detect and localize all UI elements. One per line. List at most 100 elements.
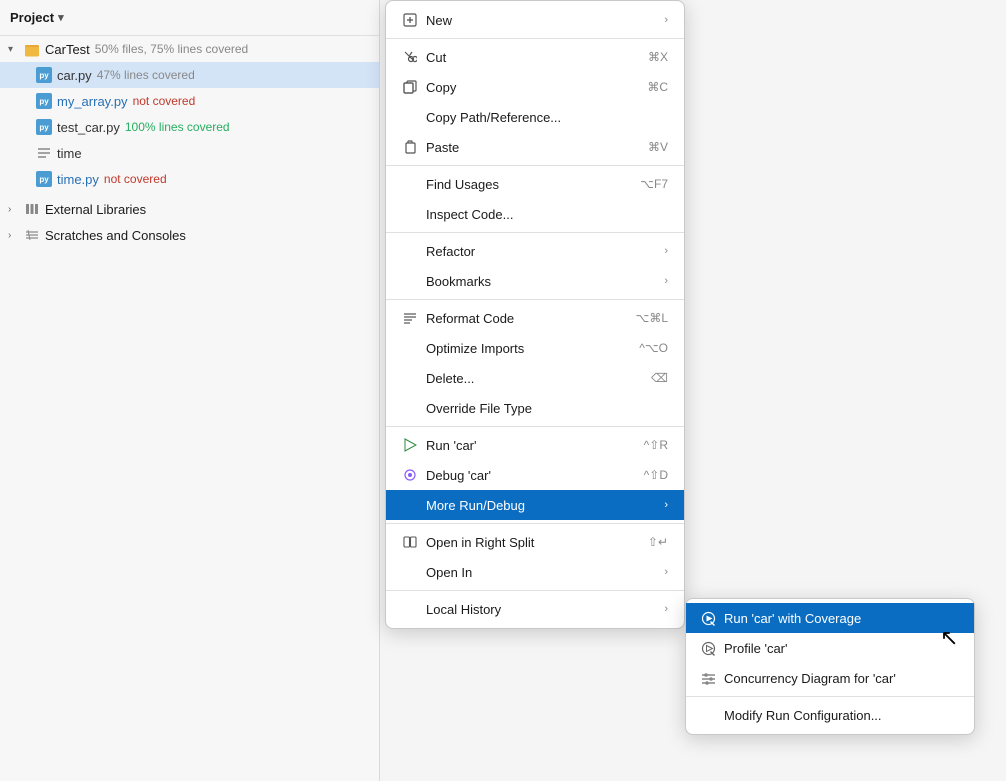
menu-separator	[386, 590, 684, 591]
tree-item-time-py[interactable]: py time.py not covered	[0, 166, 379, 192]
car-py-label: car.py	[57, 68, 92, 83]
library-icon	[24, 201, 40, 217]
tree-item-time[interactable]: time	[0, 140, 379, 166]
refactor-icon	[402, 243, 418, 259]
folder-icon	[24, 41, 40, 57]
submenu-item-modify-config[interactable]: Modify Run Configuration...	[686, 700, 974, 730]
menu-label-inspect: Inspect Code...	[426, 207, 513, 222]
history-icon	[402, 601, 418, 617]
context-menu: New › Cut ⌘X Copy ⌘C Copy Path/Reference…	[385, 0, 685, 629]
chevron-down-icon: ▾	[58, 11, 64, 24]
tree-item-car-py[interactable]: py car.py 47% lines covered	[0, 62, 379, 88]
scratch-icon	[24, 227, 40, 243]
my-array-py-label: my_array.py	[57, 94, 128, 109]
car-py-coverage: 47% lines covered	[97, 68, 195, 82]
optimize-shortcut: ^⌥O	[639, 341, 668, 355]
optimize-icon	[402, 340, 418, 356]
submenu-arrow-icon: ›	[664, 603, 668, 615]
copy-shortcut: ⌘C	[647, 80, 668, 94]
split-icon	[402, 534, 418, 550]
menu-item-override[interactable]: Override File Type	[386, 393, 684, 423]
time-label: time	[57, 146, 82, 161]
submenu-arrow-icon: ›	[664, 14, 668, 26]
menu-label-debug: Debug 'car'	[426, 468, 491, 483]
expand-arrow-icon: ▾	[8, 44, 20, 55]
submenu-arrow-icon: ›	[664, 245, 668, 257]
menu-item-inspect-code[interactable]: Inspect Code...	[386, 199, 684, 229]
debug-icon	[402, 467, 418, 483]
reformat-shortcut: ⌥⌘L	[635, 311, 668, 325]
menu-label-open-right: Open in Right Split	[426, 535, 534, 550]
menu-item-bookmarks[interactable]: Bookmarks ›	[386, 266, 684, 296]
menu-item-find-usages[interactable]: Find Usages ⌥F7	[386, 169, 684, 199]
scratches-label: Scratches and Consoles	[45, 228, 186, 243]
menu-item-copy[interactable]: Copy ⌘C	[386, 72, 684, 102]
cut-shortcut: ⌘X	[648, 50, 668, 64]
menu-label-bookmarks: Bookmarks	[426, 274, 491, 289]
menu-item-new[interactable]: New ›	[386, 5, 684, 35]
cartest-label: CarTest	[45, 42, 90, 57]
menu-item-open-right[interactable]: Open in Right Split ⇧↵	[386, 527, 684, 557]
tree-item-scratches[interactable]: › Scratches and Consoles	[0, 222, 379, 248]
tree-item-cartest[interactable]: ▾ CarTest 50% files, 75% lines covered	[0, 36, 379, 62]
submenu-label-concurrency: Concurrency Diagram for 'car'	[724, 671, 896, 686]
time-py-label: time.py	[57, 172, 99, 187]
profile-icon	[700, 640, 716, 656]
tree-item-external-libs[interactable]: › External Libraries	[0, 196, 379, 222]
menu-label-reformat: Reformat Code	[426, 311, 514, 326]
tree-item-test-car-py[interactable]: py test_car.py 100% lines covered	[0, 114, 379, 140]
cut-icon	[402, 49, 418, 65]
copy-icon	[402, 79, 418, 95]
override-icon	[402, 400, 418, 416]
tree-item-my-array-py[interactable]: py my_array.py not covered	[0, 88, 379, 114]
menu-label-run: Run 'car'	[426, 438, 476, 453]
python-icon: py	[36, 67, 52, 83]
menu-item-cut[interactable]: Cut ⌘X	[386, 42, 684, 72]
menu-separator	[386, 426, 684, 427]
more-run-debug-icon	[402, 497, 418, 513]
python-icon: py	[36, 171, 52, 187]
new-icon	[402, 12, 418, 28]
run-icon	[402, 437, 418, 453]
coverage-run-icon	[700, 610, 716, 626]
paste-icon	[402, 139, 418, 155]
open-right-shortcut: ⇧↵	[648, 535, 668, 549]
delete-icon	[402, 370, 418, 386]
submenu-item-concurrency[interactable]: Concurrency Diagram for 'car'	[686, 663, 974, 693]
menu-label-optimize: Optimize Imports	[426, 341, 524, 356]
menu-label-copy-path: Copy Path/Reference...	[426, 110, 561, 125]
menu-label-more-run-debug: More Run/Debug	[426, 498, 525, 513]
copy-path-icon	[402, 109, 418, 125]
menu-item-copy-path[interactable]: Copy Path/Reference...	[386, 102, 684, 132]
menu-item-run[interactable]: Run 'car' ^⇧R	[386, 430, 684, 460]
menu-item-debug[interactable]: Debug 'car' ^⇧D	[386, 460, 684, 490]
menu-item-local-history[interactable]: Local History ›	[386, 594, 684, 624]
menu-label-delete: Delete...	[426, 371, 474, 386]
submenu-separator	[686, 696, 974, 697]
submenu-item-run-coverage[interactable]: Run 'car' with Coverage	[686, 603, 974, 633]
project-title: Project	[10, 10, 54, 25]
my-array-py-coverage: not covered	[133, 94, 196, 108]
submenu-arrow-icon: ›	[664, 275, 668, 287]
submenu-arrow-icon: ›	[664, 566, 668, 578]
menu-item-open-in[interactable]: Open In ›	[386, 557, 684, 587]
menu-item-optimize[interactable]: Optimize Imports ^⌥O	[386, 333, 684, 363]
inspect-icon	[402, 206, 418, 222]
menu-separator	[386, 165, 684, 166]
reformat-icon	[402, 310, 418, 326]
menu-item-paste[interactable]: Paste ⌘V	[386, 132, 684, 162]
menu-item-refactor[interactable]: Refactor ›	[386, 236, 684, 266]
expand-arrow-icon: ›	[8, 204, 20, 215]
menu-item-more-run-debug[interactable]: More Run/Debug ›	[386, 490, 684, 520]
menu-item-reformat[interactable]: Reformat Code ⌥⌘L	[386, 303, 684, 333]
external-libs-label: External Libraries	[45, 202, 146, 217]
project-header[interactable]: Project ▾	[0, 0, 379, 36]
module-icon	[36, 145, 52, 161]
submenu-item-profile[interactable]: Profile 'car'	[686, 633, 974, 663]
menu-item-delete[interactable]: Delete... ⌫	[386, 363, 684, 393]
menu-separator	[386, 38, 684, 39]
paste-shortcut: ⌘V	[648, 140, 668, 154]
submenu-label-run-coverage: Run 'car' with Coverage	[724, 611, 861, 626]
debug-shortcut: ^⇧D	[644, 468, 668, 482]
menu-label-open-in: Open In	[426, 565, 472, 580]
